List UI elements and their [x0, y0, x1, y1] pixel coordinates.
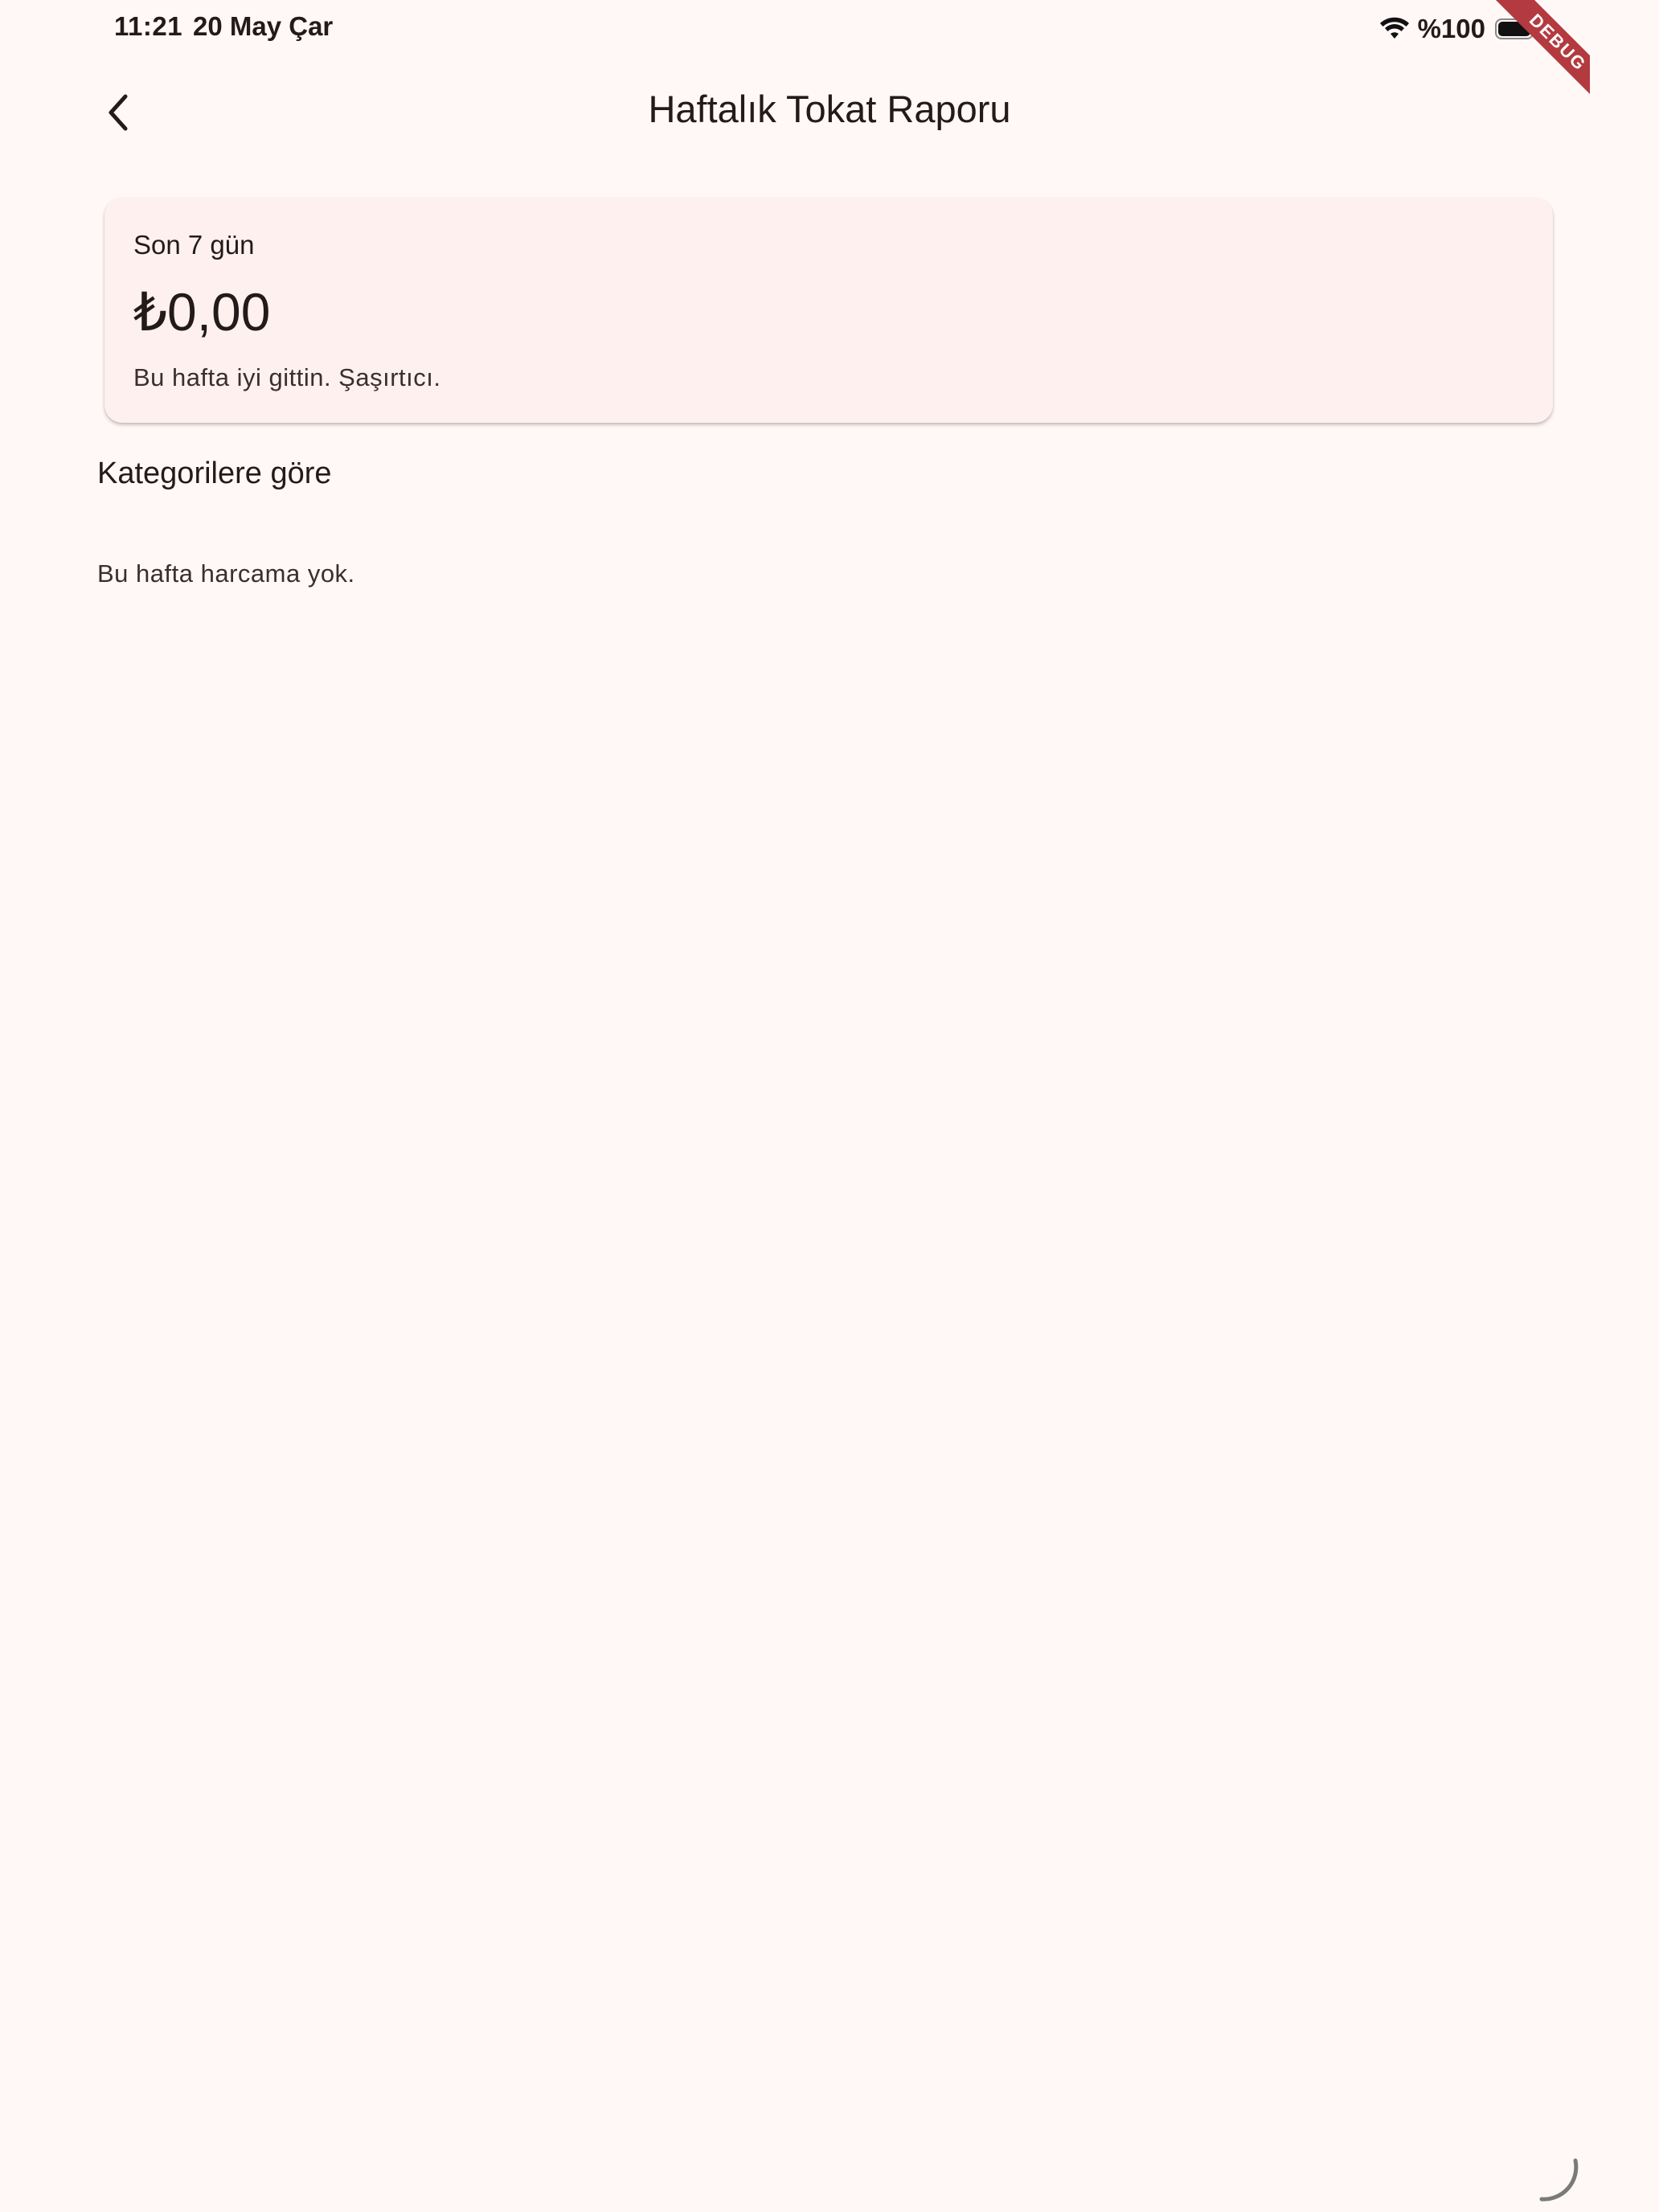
weekly-summary-card: Son 7 gün ₺0,00 Bu hafta iyi gittin. Şaş… — [104, 198, 1553, 423]
categories-section-title: Kategorilere göre — [97, 457, 332, 490]
wifi-icon — [1379, 17, 1409, 39]
empty-state-message: Bu hafta harcama yok. — [97, 559, 355, 588]
app-bar: Haftalık Tokat Raporu — [0, 68, 1659, 158]
page-title: Haftalık Tokat Raporu — [648, 88, 1011, 130]
status-time: 11:21 — [114, 11, 183, 41]
summary-note: Bu hafta iyi gittin. Şaşırtıcı. — [133, 363, 441, 391]
loading-spinner-icon — [1539, 2158, 1579, 2202]
total-amount: ₺0,00 — [133, 282, 271, 342]
status-date: 20 May Çar — [193, 11, 334, 41]
battery-percentage: %100 — [1417, 14, 1485, 43]
status-bar: 11:21 20 May Çar %100 — [0, 0, 1659, 59]
period-label: Son 7 gün — [133, 230, 255, 260]
